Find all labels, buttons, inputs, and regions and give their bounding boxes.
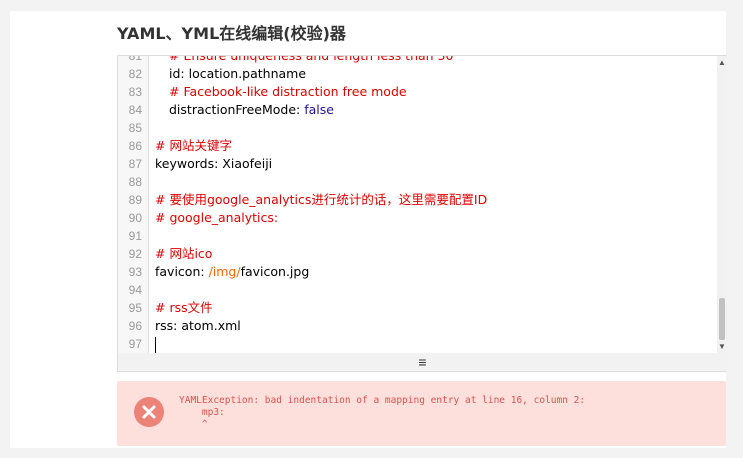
line-content[interactable]: # Facebook-like distraction free mode bbox=[155, 83, 407, 101]
line-number: 83 bbox=[128, 85, 142, 99]
error-panel: YAMLException: bad indentation of a mapp… bbox=[117, 381, 726, 446]
code-line[interactable]: 90 # google_analytics: bbox=[118, 209, 727, 227]
code-text: favicon: bbox=[155, 264, 209, 279]
line-number: 84 bbox=[128, 103, 142, 117]
line-number: 87 bbox=[128, 157, 142, 171]
line-content[interactable]: # rss文件 bbox=[155, 299, 213, 317]
line-number: 82 bbox=[128, 67, 142, 81]
scroll-thumb[interactable] bbox=[719, 298, 725, 340]
code-line[interactable]: 85 bbox=[118, 119, 727, 137]
line-number: 95 bbox=[128, 301, 142, 315]
code-line[interactable]: 81 # Ensure uniqueness and length less th… bbox=[118, 55, 727, 65]
code-text: id: location.pathname bbox=[169, 66, 307, 81]
line-number: 93 bbox=[128, 265, 142, 279]
line-number: 92 bbox=[128, 247, 142, 261]
code-line[interactable]: 91 bbox=[118, 227, 727, 245]
line-content[interactable]: # 要使用google_analytics进行统计的话，这里需要配置ID bbox=[155, 191, 487, 209]
code-line[interactable]: 96 rss: atom.xml bbox=[118, 317, 727, 335]
line-content[interactable]: # google_analytics: bbox=[155, 209, 278, 227]
code-line[interactable]: 87 keywords: Xiaofeiji bbox=[118, 155, 727, 173]
code-comment: # rss文件 bbox=[155, 300, 213, 315]
code-line[interactable]: 86 # 网站关键字 bbox=[118, 137, 727, 155]
close-circle-icon bbox=[134, 397, 164, 427]
code-line[interactable]: 92 # 网站ico bbox=[118, 245, 727, 263]
code-text: rss: atom.xml bbox=[155, 318, 241, 333]
menu-lines-icon: ≡ bbox=[418, 354, 427, 370]
scroll-down-icon[interactable]: ▼ bbox=[717, 342, 727, 352]
code-line[interactable]: 84 distractionFreeMode: false bbox=[118, 101, 727, 119]
code-text: favicon.jpg bbox=[240, 264, 310, 279]
line-content[interactable]: # Ensure uniqueness and length less than… bbox=[155, 55, 454, 65]
line-number: 81 bbox=[128, 55, 142, 63]
line-content[interactable]: favicon: /img/favicon.jpg bbox=[155, 263, 309, 281]
code-line[interactable]: 94 bbox=[118, 281, 727, 299]
code-line[interactable]: 95 # rss文件 bbox=[118, 299, 727, 317]
line-number: 88 bbox=[128, 175, 142, 189]
line-number: 85 bbox=[128, 121, 142, 135]
editor-resize-handle[interactable]: ≡ bbox=[117, 353, 727, 372]
line-number: 97 bbox=[128, 337, 142, 351]
line-number: 86 bbox=[128, 139, 142, 153]
line-number: 90 bbox=[128, 211, 142, 225]
line-number: 89 bbox=[128, 193, 142, 207]
code-comment: # 网站ico bbox=[155, 246, 213, 261]
line-content[interactable]: # 网站关键字 bbox=[155, 137, 232, 155]
code-line[interactable]: 88 bbox=[118, 173, 727, 191]
text-cursor bbox=[155, 336, 156, 353]
code-line[interactable]: 93 favicon: /img/favicon.jpg bbox=[118, 263, 727, 281]
line-content[interactable]: rss: atom.xml bbox=[155, 317, 241, 335]
code-comment: # 要使用google_analytics进行统计的话，这里需要配置ID bbox=[155, 192, 488, 207]
code-boolean: false bbox=[304, 102, 334, 117]
code-line[interactable]: 83 # Facebook-like distraction free mode bbox=[118, 83, 727, 101]
line-content[interactable]: # 网站ico bbox=[155, 245, 212, 263]
code-line[interactable]: 97 bbox=[118, 335, 727, 353]
code-lines[interactable]: 81 # Ensure uniqueness and length less th… bbox=[118, 55, 727, 353]
error-message: YAMLException: bad indentation of a mapp… bbox=[179, 395, 586, 430]
line-content[interactable] bbox=[155, 335, 156, 353]
scroll-up-icon[interactable]: ▲ bbox=[717, 58, 727, 68]
code-comment: # google_analytics: bbox=[155, 210, 279, 225]
line-content[interactable]: id: location.pathname bbox=[155, 65, 306, 83]
code-comment: # Ensure uniqueness and length less than… bbox=[169, 55, 454, 63]
line-number: 96 bbox=[128, 319, 142, 333]
code-comment: # 网站关键字 bbox=[155, 138, 232, 153]
yaml-editor[interactable]: 81 # Ensure uniqueness and length less th… bbox=[117, 55, 727, 355]
code-text: distractionFreeMode: bbox=[169, 102, 305, 117]
code-text: keywords: Xiaofeiji bbox=[155, 156, 273, 171]
code-comment: # Facebook-like distraction free mode bbox=[169, 84, 407, 99]
line-content[interactable]: keywords: Xiaofeiji bbox=[155, 155, 272, 173]
line-number: 94 bbox=[128, 283, 142, 297]
editor-scrollbar[interactable]: ▲ ▼ bbox=[717, 56, 727, 354]
code-line[interactable]: 89 # 要使用google_analytics进行统计的话，这里需要配置ID bbox=[118, 191, 727, 209]
code-path: /img/ bbox=[208, 264, 241, 279]
line-content[interactable]: distractionFreeMode: false bbox=[155, 101, 334, 119]
line-number: 91 bbox=[128, 229, 142, 243]
page-title: YAML、YML在线编辑(校验)器 bbox=[117, 24, 346, 43]
code-line[interactable]: 82 id: location.pathname bbox=[118, 65, 727, 83]
